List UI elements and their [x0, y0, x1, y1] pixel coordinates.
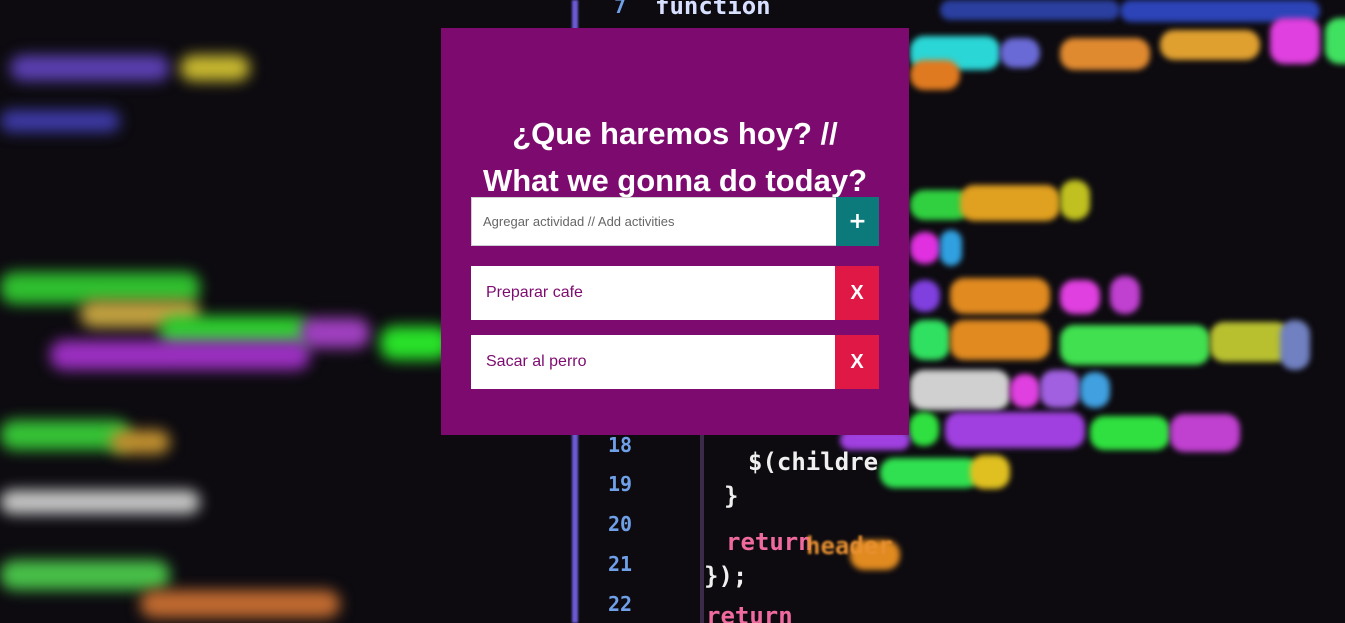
title-line-spanish: ¿Que haremos hoy? // [512, 116, 838, 151]
task-item: Sacar al perro X [471, 335, 879, 389]
add-activity-input[interactable] [471, 197, 836, 246]
task-item: Preparar cafe X [471, 266, 879, 320]
add-activity-button[interactable]: + [836, 197, 879, 246]
delete-task-button[interactable]: X [835, 266, 879, 320]
delete-task-button[interactable]: X [835, 335, 879, 389]
editor-indent-line [700, 430, 704, 623]
add-activity-form: + [471, 197, 879, 246]
task-label: Preparar cafe [486, 284, 583, 301]
task-label: Sacar al perro [486, 353, 587, 370]
page-title: ¿Que haremos hoy? // What we gonna do to… [441, 110, 909, 204]
todo-card: ¿Que haremos hoy? // What we gonna do to… [441, 28, 909, 435]
